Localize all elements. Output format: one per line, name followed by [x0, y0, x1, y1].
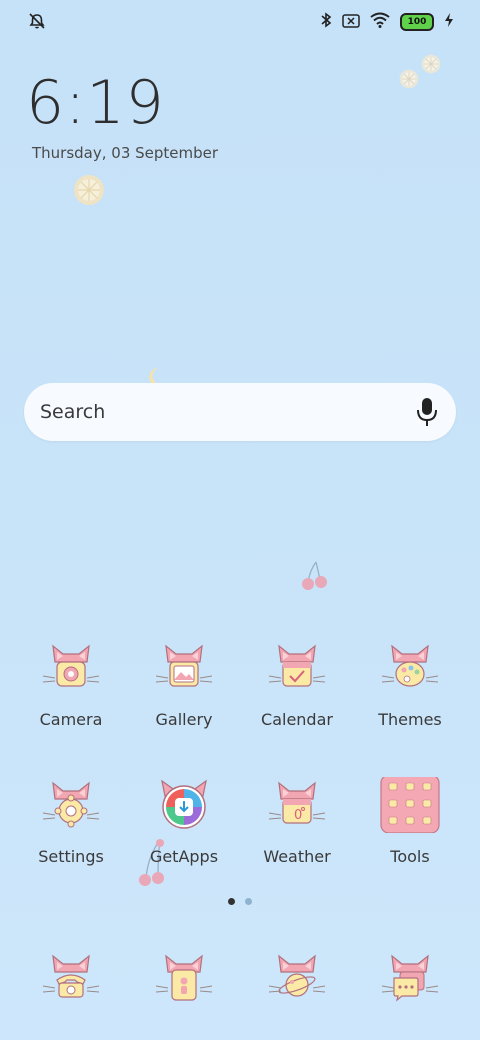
status-bar: 100 [0, 0, 480, 44]
app-label: Tools [390, 847, 430, 866]
app-themes[interactable]: Themes [354, 640, 466, 729]
cherry-icon [298, 560, 330, 596]
app-label: Weather [263, 847, 331, 866]
tools-folder-icon [380, 774, 440, 834]
calendar-icon [267, 640, 327, 696]
svg-text:0: 0 [294, 808, 302, 823]
dock-messages[interactable] [354, 950, 466, 1006]
page-indicator [228, 898, 252, 905]
browser-icon [267, 950, 327, 1006]
app-tools-folder[interactable]: Tools [354, 774, 466, 866]
page-dot-active [228, 898, 235, 905]
dock-browser[interactable] [241, 950, 353, 1006]
app-label: Settings [38, 847, 104, 866]
app-label: Calendar [261, 710, 333, 729]
camera-icon [41, 640, 101, 696]
palette-icon [380, 640, 440, 696]
weather-icon: 0 [267, 777, 327, 833]
contacts-icon [154, 950, 214, 1006]
sim-x-icon [342, 13, 360, 32]
alarm-off-icon [28, 12, 46, 34]
app-label: GetApps [149, 847, 219, 866]
gallery-icon [154, 640, 214, 696]
clock-time[interactable]: 6:19 [26, 68, 165, 138]
lemon-slice-icon [73, 174, 105, 210]
clock-date[interactable]: Thursday, 03 September [32, 144, 218, 162]
app-gallery[interactable]: Gallery [128, 640, 240, 729]
bluetooth-icon [320, 12, 332, 32]
app-camera[interactable]: Camera [15, 640, 127, 729]
lemon-slice-icon [421, 54, 441, 78]
app-getapps[interactable]: GetApps [128, 777, 240, 866]
getapps-icon [154, 777, 214, 833]
dock-phone[interactable] [15, 950, 127, 1006]
app-weather[interactable]: 0 Weather [241, 777, 353, 866]
app-label: Camera [39, 710, 103, 729]
gear-icon [41, 777, 101, 833]
page-dot[interactable] [245, 898, 252, 905]
app-label: Gallery [155, 710, 213, 729]
wifi-icon [370, 12, 390, 32]
app-calendar[interactable]: Calendar [241, 640, 353, 729]
mic-icon[interactable] [416, 397, 438, 431]
app-settings[interactable]: Settings [15, 777, 127, 866]
bolt-icon [444, 12, 454, 32]
battery-indicator: 100 [400, 13, 434, 31]
messages-icon [380, 950, 440, 1006]
lemon-slice-icon [399, 69, 419, 93]
search-placeholder: Search [40, 401, 106, 423]
dock-contacts[interactable] [128, 950, 240, 1006]
phone-icon [41, 950, 101, 1006]
app-label: Themes [378, 710, 442, 729]
search-bar[interactable]: Search [24, 383, 456, 441]
